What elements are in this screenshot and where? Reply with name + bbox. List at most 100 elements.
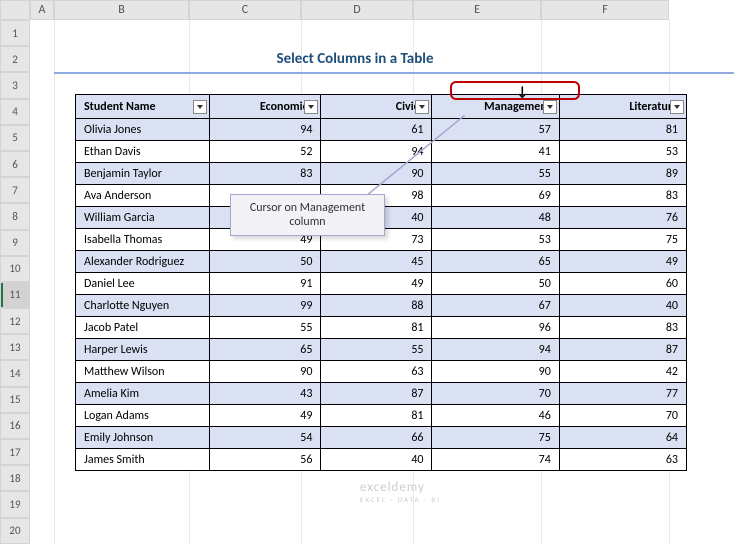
row-header-19[interactable]: 19 bbox=[0, 491, 30, 517]
row-header-20[interactable]: 20 bbox=[0, 518, 30, 544]
table-cell[interactable]: 63 bbox=[559, 449, 686, 471]
table-cell[interactable]: 48 bbox=[432, 207, 559, 229]
table-cell[interactable]: 41 bbox=[432, 141, 559, 163]
table-cell[interactable]: 90 bbox=[210, 361, 321, 383]
table-cell[interactable]: 60 bbox=[559, 273, 686, 295]
table-cell[interactable]: Matthew Wilson bbox=[76, 361, 210, 383]
table-cell[interactable]: 77 bbox=[559, 383, 686, 405]
table-row[interactable]: Harper Lewis65559487 bbox=[76, 339, 687, 361]
table-cell[interactable]: 94 bbox=[321, 141, 432, 163]
table-cell[interactable]: 75 bbox=[432, 427, 559, 449]
table-cell[interactable]: 50 bbox=[210, 251, 321, 273]
table-row[interactable]: Ethan Davis52944153 bbox=[76, 141, 687, 163]
col-header-f[interactable]: F bbox=[541, 0, 669, 20]
row-header-5[interactable]: 5 bbox=[0, 125, 30, 151]
table-cell[interactable]: 40 bbox=[321, 449, 432, 471]
filter-icon[interactable] bbox=[670, 100, 684, 114]
table-cell[interactable]: Isabella Thomas bbox=[76, 229, 210, 251]
filter-icon[interactable] bbox=[415, 100, 429, 114]
header-literature[interactable]: Literature bbox=[559, 95, 686, 119]
row-header-9[interactable]: 9 bbox=[0, 230, 30, 256]
table-cell[interactable]: 70 bbox=[432, 383, 559, 405]
table-row[interactable]: Jacob Patel55819683 bbox=[76, 317, 687, 339]
table-cell[interactable]: 45 bbox=[321, 251, 432, 273]
table-cell[interactable]: 49 bbox=[321, 273, 432, 295]
table-row[interactable]: Alexander Rodriguez50456549 bbox=[76, 251, 687, 273]
table-cell[interactable]: 53 bbox=[559, 141, 686, 163]
row-header-18[interactable]: 18 bbox=[0, 465, 30, 491]
filter-icon[interactable] bbox=[543, 100, 557, 114]
table-cell[interactable]: 49 bbox=[210, 405, 321, 427]
header-economics[interactable]: Economics bbox=[210, 95, 321, 119]
row-header-4[interactable]: 4 bbox=[0, 99, 30, 125]
table-cell[interactable]: Alexander Rodriguez bbox=[76, 251, 210, 273]
table-cell[interactable]: 43 bbox=[210, 383, 321, 405]
table-cell[interactable]: 57 bbox=[432, 119, 559, 141]
table-cell[interactable]: 61 bbox=[321, 119, 432, 141]
row-header-6[interactable]: 6 bbox=[0, 151, 30, 177]
table-cell[interactable]: 56 bbox=[210, 449, 321, 471]
table-cell[interactable]: 90 bbox=[321, 163, 432, 185]
table-cell[interactable]: 63 bbox=[321, 361, 432, 383]
table-cell[interactable]: Ava Anderson bbox=[76, 185, 210, 207]
table-cell[interactable]: 55 bbox=[210, 317, 321, 339]
table-cell[interactable]: 70 bbox=[559, 405, 686, 427]
filter-icon[interactable] bbox=[193, 100, 207, 114]
table-cell[interactable]: Daniel Lee bbox=[76, 273, 210, 295]
table-cell[interactable]: 66 bbox=[321, 427, 432, 449]
table-cell[interactable]: 87 bbox=[559, 339, 686, 361]
table-cell[interactable]: 87 bbox=[321, 383, 432, 405]
table-row[interactable]: Logan Adams49814670 bbox=[76, 405, 687, 427]
table-cell[interactable]: 42 bbox=[559, 361, 686, 383]
table-cell[interactable]: 90 bbox=[432, 361, 559, 383]
table-cell[interactable]: 83 bbox=[210, 163, 321, 185]
row-header-15[interactable]: 15 bbox=[0, 387, 30, 413]
table-row[interactable]: Charlotte Nguyen99886740 bbox=[76, 295, 687, 317]
col-header-e[interactable]: E bbox=[413, 0, 541, 20]
table-cell[interactable]: 54 bbox=[210, 427, 321, 449]
table-cell[interactable]: 64 bbox=[559, 427, 686, 449]
row-header-12[interactable]: 12 bbox=[0, 308, 30, 334]
table-cell[interactable]: 89 bbox=[559, 163, 686, 185]
table-cell[interactable]: 53 bbox=[432, 229, 559, 251]
header-management[interactable]: Management bbox=[432, 95, 559, 119]
table-cell[interactable]: 91 bbox=[210, 273, 321, 295]
table-cell[interactable]: Charlotte Nguyen bbox=[76, 295, 210, 317]
table-cell[interactable]: Olivia Jones bbox=[76, 119, 210, 141]
table-cell[interactable]: 49 bbox=[559, 251, 686, 273]
table-cell[interactable]: Amelia Kim bbox=[76, 383, 210, 405]
table-cell[interactable]: 88 bbox=[321, 295, 432, 317]
header-civics[interactable]: Civics bbox=[321, 95, 432, 119]
table-cell[interactable]: 83 bbox=[559, 317, 686, 339]
table-row[interactable]: James Smith56407463 bbox=[76, 449, 687, 471]
row-header-11[interactable]: 11 bbox=[0, 282, 30, 308]
row-header-2[interactable]: 2 bbox=[0, 46, 30, 72]
table-cell[interactable]: 81 bbox=[321, 405, 432, 427]
table-cell[interactable]: 52 bbox=[210, 141, 321, 163]
table-cell[interactable]: Jacob Patel bbox=[76, 317, 210, 339]
table-cell[interactable]: 83 bbox=[559, 185, 686, 207]
row-header-3[interactable]: 3 bbox=[0, 72, 30, 98]
row-header-16[interactable]: 16 bbox=[0, 413, 30, 439]
table-cell[interactable]: Logan Adams bbox=[76, 405, 210, 427]
row-header-17[interactable]: 17 bbox=[0, 439, 30, 465]
table-row[interactable]: Amelia Kim43877077 bbox=[76, 383, 687, 405]
row-header-14[interactable]: 14 bbox=[0, 360, 30, 386]
row-header-7[interactable]: 7 bbox=[0, 177, 30, 203]
col-header-d[interactable]: D bbox=[301, 0, 413, 20]
row-header-10[interactable]: 10 bbox=[0, 256, 30, 282]
table-row[interactable]: Daniel Lee91495060 bbox=[76, 273, 687, 295]
table-cell[interactable]: Benjamin Taylor bbox=[76, 163, 210, 185]
row-header-13[interactable]: 13 bbox=[0, 334, 30, 360]
row-header-8[interactable]: 8 bbox=[0, 203, 30, 229]
table-row[interactable]: Matthew Wilson90639042 bbox=[76, 361, 687, 383]
col-header-c[interactable]: C bbox=[189, 0, 301, 20]
col-header-a[interactable]: A bbox=[30, 0, 54, 20]
table-cell[interactable]: 69 bbox=[432, 185, 559, 207]
table-cell[interactable]: 74 bbox=[432, 449, 559, 471]
table-cell[interactable]: 40 bbox=[559, 295, 686, 317]
col-header-b[interactable]: B bbox=[54, 0, 189, 20]
table-cell[interactable]: 65 bbox=[210, 339, 321, 361]
table-row[interactable]: Benjamin Taylor83905589 bbox=[76, 163, 687, 185]
table-cell[interactable]: Emily Johnson bbox=[76, 427, 210, 449]
